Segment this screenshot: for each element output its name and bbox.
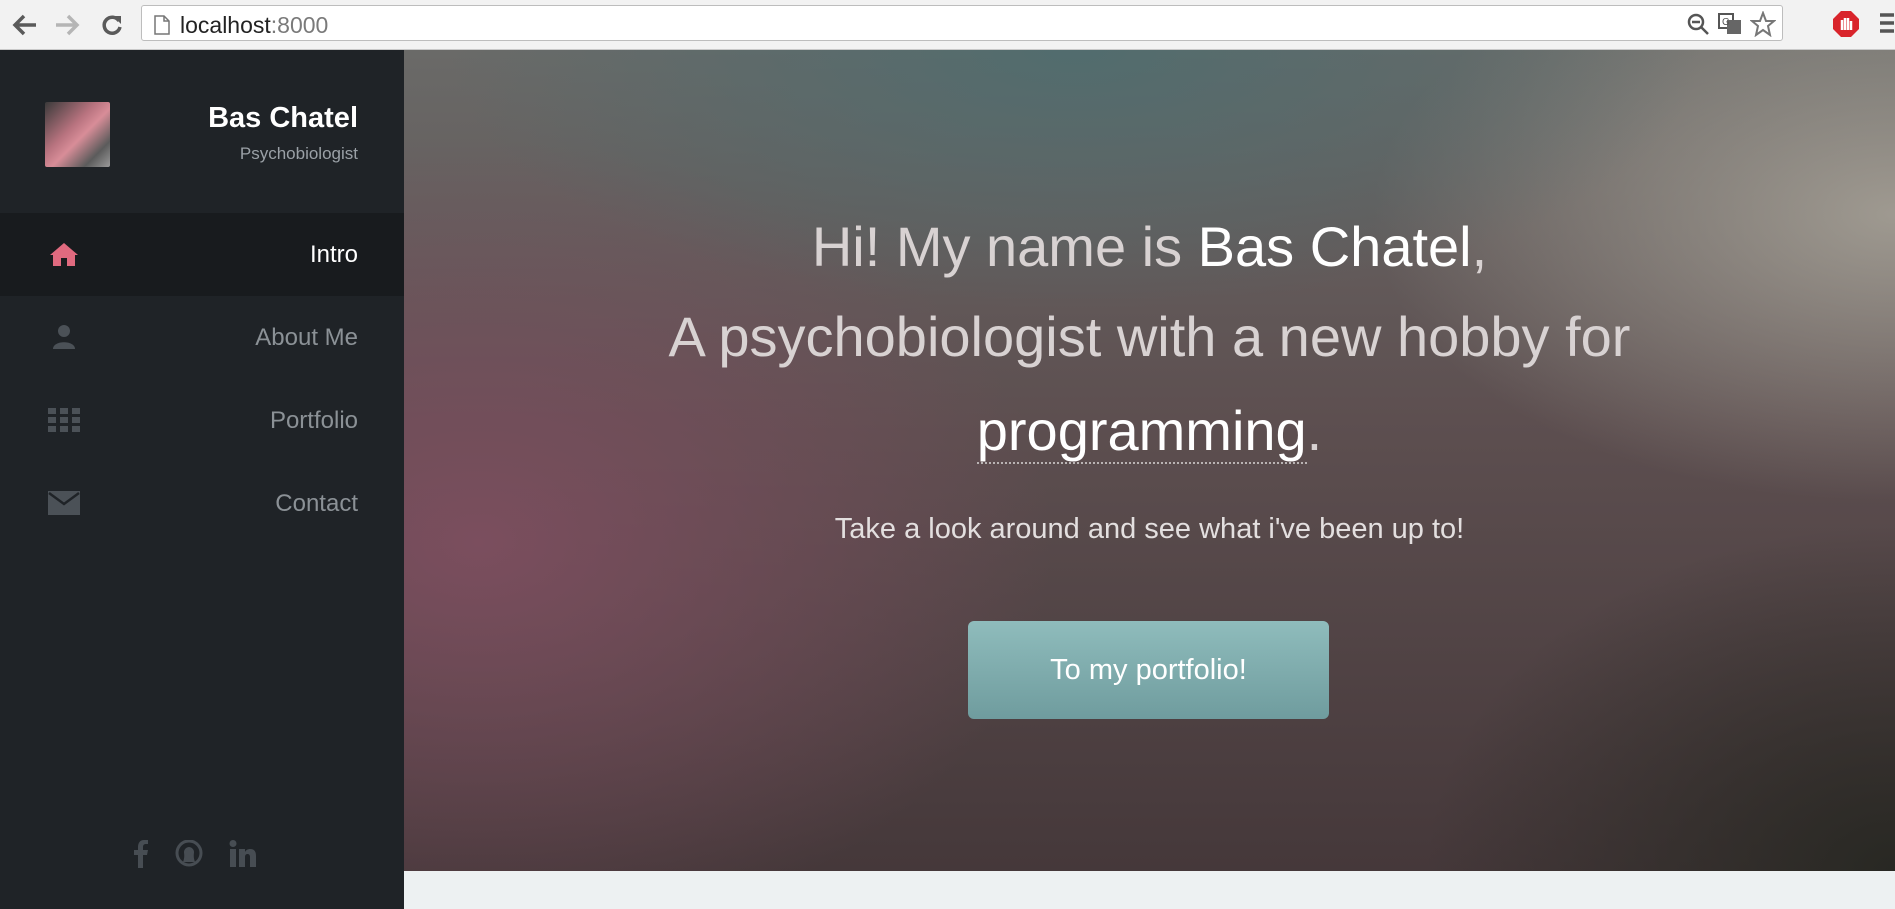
grid-icon: [48, 407, 80, 433]
facebook-icon[interactable]: [133, 840, 149, 873]
address-bar[interactable]: localhost:8000 G: [141, 5, 1783, 41]
github-icon[interactable]: [175, 839, 203, 873]
sidebar-item-contact[interactable]: Contact: [0, 462, 404, 545]
zoom-icon[interactable]: [1686, 12, 1710, 41]
translate-icon[interactable]: G: [1718, 12, 1742, 41]
sidebar-item-intro[interactable]: Intro: [0, 213, 404, 296]
url-text: localhost:8000: [180, 12, 329, 38]
star-icon[interactable]: [1749, 10, 1777, 42]
sidebar-item-label: Contact: [275, 490, 358, 517]
menu-icon[interactable]: [1880, 11, 1894, 40]
hero-name: Bas Chatel: [1197, 215, 1472, 278]
forward-arrow-icon[interactable]: [52, 10, 82, 40]
home-icon: [48, 241, 80, 267]
sidebar-item-label: Intro: [309, 241, 358, 268]
sidebar-item-label: About Me: [255, 324, 358, 351]
social-links: [133, 839, 257, 873]
avatar: [45, 102, 110, 167]
hero-heading-line2: A psychobiologist with a new hobby for: [668, 305, 1631, 368]
programming-term[interactable]: programming: [976, 399, 1307, 464]
adblock-icon[interactable]: [1832, 10, 1860, 43]
hero-section: Hi! My name is Bas Chatel, A psychobiolo…: [404, 50, 1895, 871]
profile-name: Bas Chatel: [208, 102, 358, 134]
sidebar-item-about-me[interactable]: About Me: [0, 296, 404, 379]
svg-text:G: G: [1722, 17, 1730, 28]
browser-toolbar: localhost:8000 G: [0, 0, 1895, 50]
back-arrow-icon[interactable]: [10, 10, 40, 40]
sidebar-nav: Intro About Me Portfolio Contact: [0, 213, 404, 545]
envelope-icon: [48, 490, 80, 516]
hero-tagline: Take a look around and see what i've bee…: [834, 513, 1465, 545]
sidebar: Bas Chatel Psychobiologist Intro About M…: [0, 50, 404, 909]
hero-heading-line3: programming.: [976, 399, 1323, 464]
reload-icon[interactable]: [97, 10, 127, 40]
portfolio-button[interactable]: To my portfolio!: [968, 621, 1329, 719]
page-icon: [154, 15, 170, 40]
linkedin-icon[interactable]: [229, 840, 257, 873]
user-icon: [48, 324, 80, 350]
sidebar-item-label: Portfolio: [269, 407, 358, 434]
hero-heading-line1: Hi! My name is Bas Chatel,: [811, 215, 1488, 278]
sidebar-item-portfolio[interactable]: Portfolio: [0, 379, 404, 462]
profile-role: Psychobiologist: [239, 144, 358, 163]
page-bottom-strip: [404, 871, 1895, 909]
